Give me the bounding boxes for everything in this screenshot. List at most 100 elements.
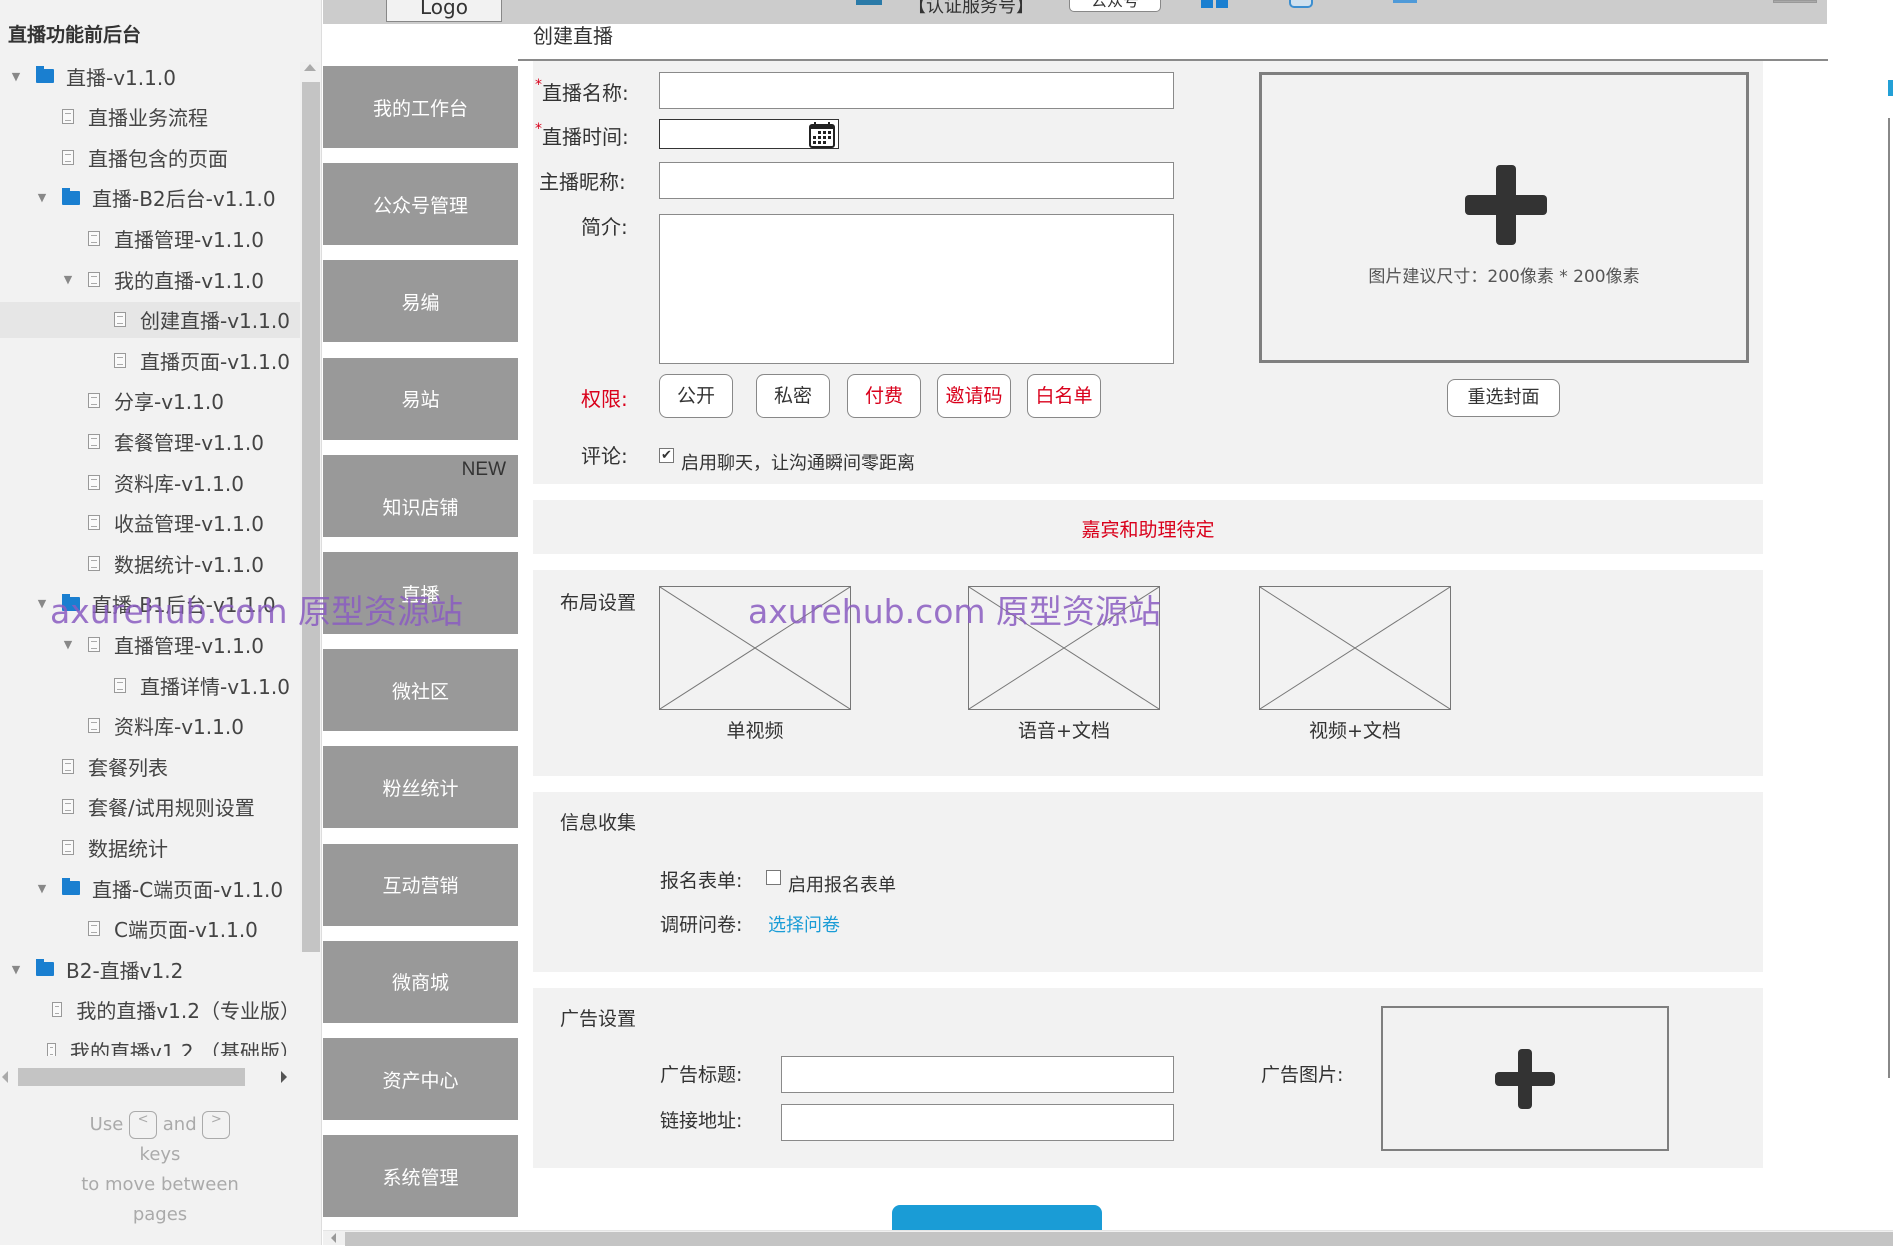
sitemap-page[interactable]: 数据统计	[0, 829, 300, 865]
sitemap-folder[interactable]: ▼ 直播-C端页面-v1.1.0	[0, 870, 300, 906]
nav-item[interactable]: 资产中心	[323, 1038, 518, 1120]
permission-option-button[interactable]: 公开	[659, 374, 733, 418]
comment-label: 评论:	[581, 444, 628, 468]
expand-toggle-icon[interactable]: ▼	[8, 70, 24, 83]
sitemap-page[interactable]: 资料库-v1.1.0	[0, 708, 300, 744]
chat-enable-checkbox[interactable]: ✔	[659, 448, 674, 463]
folder-icon	[62, 878, 80, 895]
nav-item[interactable]: 系统管理	[323, 1135, 518, 1218]
add-image-icon[interactable]	[1465, 165, 1547, 245]
sitemap-page[interactable]: 直播包含的页面	[0, 139, 300, 175]
layout-option-label[interactable]: 视频+文档	[1259, 716, 1451, 743]
sitemap-page[interactable]: 套餐/试用规则设置	[0, 789, 300, 825]
expand-toggle-icon[interactable]: ▼	[34, 191, 50, 204]
expand-toggle-icon[interactable]: ▼	[60, 273, 76, 286]
hint-text: keys	[139, 1144, 181, 1165]
nav-item-label: 易编	[401, 291, 440, 314]
sitemap-page[interactable]: 分享-v1.1.0	[0, 383, 300, 419]
logo[interactable]: Logo	[386, 0, 502, 22]
permission-option-button[interactable]: 付费	[847, 374, 921, 418]
user-icon[interactable]	[1393, 0, 1417, 3]
nav-item[interactable]: 我的工作台	[323, 66, 518, 148]
scroll-left-arrow-icon[interactable]	[331, 1233, 336, 1243]
sitemap-page[interactable]: 套餐列表	[0, 748, 300, 784]
expand-toggle-icon[interactable]: ▼	[8, 963, 24, 976]
scrollbar-thumb[interactable]	[345, 1232, 1893, 1246]
ad-link-input[interactable]	[781, 1104, 1174, 1141]
sitemap-page[interactable]: C端页面-v1.1.0	[0, 911, 300, 947]
nav-item[interactable]: 粉丝统计	[323, 746, 518, 829]
signup-form-checkbox[interactable]	[766, 870, 781, 885]
official-account-button[interactable]: 公众号	[1069, 0, 1161, 12]
sitemap-page[interactable]: 我的直播v1.2 （基础版）	[0, 1032, 300, 1056]
nav-item-label: 易站	[401, 389, 440, 412]
sitemap-page[interactable]: 直播管理-v1.1.0	[0, 220, 300, 256]
cover-upload-area[interactable]: 图片建议尺寸：200像素 * 200像素	[1259, 72, 1749, 363]
add-image-icon[interactable]	[1495, 1049, 1555, 1109]
nav-item-label: 系统管理	[382, 1166, 459, 1189]
reselect-cover-button[interactable]: 重选封面	[1447, 379, 1560, 417]
permission-option-button[interactable]: 白名单	[1027, 374, 1101, 418]
nav-item[interactable]: 易站	[323, 357, 518, 440]
page-icon	[62, 758, 74, 774]
expand-toggle-icon[interactable]: ▼	[34, 597, 50, 610]
nav-item[interactable]: 微社区	[323, 649, 518, 732]
expand-toggle-icon[interactable]: ▼	[60, 638, 76, 651]
sitemap-page[interactable]: 套餐管理-v1.1.0	[0, 423, 300, 459]
sitemap-folder[interactable]: ▼ 直播-v1.1.0	[0, 58, 300, 94]
signup-form-checkbox-label[interactable]: 启用报名表单	[788, 871, 896, 897]
sitemap-page[interactable]: 我的直播v1.2（专业版）	[0, 992, 300, 1028]
ad-image-upload[interactable]	[1381, 1006, 1669, 1151]
image-placeholder-icon	[1260, 587, 1450, 709]
sitemap-page[interactable]: 资料库-v1.1.0	[0, 464, 300, 500]
sitemap-horizontal-scrollbar[interactable]	[0, 1066, 300, 1088]
scrollbar-thumb[interactable]	[18, 1068, 245, 1086]
page-icon	[88, 636, 100, 652]
anchor-nickname-input[interactable]	[659, 162, 1174, 199]
nav-item[interactable]: 公众号管理	[323, 163, 518, 246]
grid-icon[interactable]	[1216, 0, 1228, 8]
main-horizontal-scrollbar[interactable]	[323, 1230, 1893, 1246]
sitemap-page[interactable]: ▼ 我的直播-v1.1.0	[0, 261, 300, 297]
ad-title-label: 广告标题:	[660, 1064, 743, 1086]
permission-option-button[interactable]: 私密	[756, 374, 830, 418]
scroll-up-arrow-icon[interactable]	[304, 64, 316, 71]
sitemap-vertical-scrollbar[interactable]	[300, 62, 320, 952]
ad-title-input[interactable]	[781, 1056, 1174, 1093]
scroll-left-arrow-icon[interactable]	[2, 1071, 8, 1083]
sitemap-page[interactable]: 直播详情-v1.1.0	[0, 667, 300, 703]
nav-item[interactable]: 互动营销	[323, 843, 518, 926]
nav-item[interactable]: 易编	[323, 260, 518, 343]
permission-option-button[interactable]: 邀请码	[937, 374, 1011, 418]
sitemap-folder[interactable]: ▼ B2-直播v1.2	[0, 951, 300, 987]
live-name-input[interactable]	[659, 72, 1174, 109]
chat-enable-label[interactable]: 启用聊天，让沟通瞬间零距离	[681, 449, 915, 475]
intro-textarea[interactable]	[659, 214, 1174, 364]
nav-item[interactable]: 微商城	[323, 940, 518, 1023]
sitemap-page[interactable]: 创建直播-v1.1.0	[0, 301, 300, 338]
layout-option-label[interactable]: 语音+文档	[968, 716, 1160, 743]
expand-toggle-icon[interactable]: ▼	[34, 882, 50, 895]
account-avatar-icon	[856, 0, 882, 5]
layout-option-thumbnail[interactable]	[1259, 586, 1451, 710]
page-icon	[88, 555, 100, 571]
grid-icon[interactable]	[1201, 0, 1213, 8]
message-icon[interactable]	[1289, 0, 1313, 8]
logout-button[interactable]	[1773, 0, 1817, 3]
sitemap-item-label: 直播管理-v1.1.0	[114, 227, 264, 252]
sitemap-page[interactable]: 收益管理-v1.1.0	[0, 505, 300, 541]
sitemap-folder[interactable]: ▼ 直播-B2后台-v1.1.0	[0, 180, 300, 216]
sitemap-page[interactable]: 数据统计-v1.1.0	[0, 545, 300, 581]
calendar-icon[interactable]	[808, 121, 836, 149]
layout-settings-label: 布局设置	[560, 592, 637, 614]
layout-option-label[interactable]: 单视频	[659, 716, 851, 743]
nav-item[interactable]: 知识店铺 NEW	[323, 454, 518, 537]
sitemap-page[interactable]: 直播页面-v1.1.0	[0, 342, 300, 378]
right-panel-link-icon[interactable]	[1888, 80, 1893, 96]
scroll-right-arrow-icon[interactable]	[281, 1071, 287, 1083]
select-survey-link[interactable]: 选择问卷	[768, 911, 840, 937]
live-time-picker[interactable]	[659, 119, 839, 149]
scrollbar-thumb[interactable]	[302, 82, 320, 952]
hint-text: Use	[89, 1114, 124, 1135]
sitemap-page[interactable]: 直播业务流程	[0, 99, 300, 135]
